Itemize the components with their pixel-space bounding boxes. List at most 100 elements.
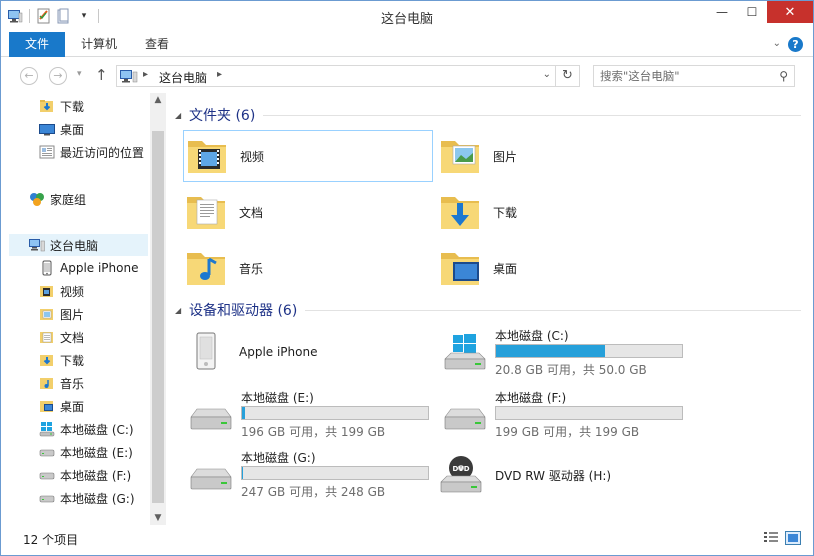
- nav-label: 下载: [60, 353, 85, 368]
- navigation-bar: ← → ▾ ↑ ▸ 这台电脑 ▸ ⌄ ↻ ⚲: [1, 57, 813, 93]
- drive-free-space: 247 GB 可用，共 248 GB: [241, 485, 386, 499]
- nav-item-music[interactable]: 音乐: [39, 372, 84, 394]
- nav-scrollbar[interactable]: ▲ ▼: [150, 93, 166, 525]
- tab-computer[interactable]: 计算机: [67, 32, 131, 57]
- search-box[interactable]: ⚲: [593, 65, 795, 87]
- chevron-right-icon[interactable]: ▸: [217, 69, 222, 80]
- help-icon[interactable]: ?: [788, 37, 803, 52]
- drive-tile-e[interactable]: 本地磁盘 (E:) 196 GB 可用，共 199 GB: [187, 389, 447, 445]
- drive-usage-bar: [495, 344, 683, 358]
- nav-item-documents[interactable]: 文档: [39, 326, 84, 348]
- expand-ribbon-icon[interactable]: ⌄: [773, 38, 781, 49]
- drive-name: 本地磁盘 (C:): [495, 329, 569, 343]
- tab-file[interactable]: 文件: [9, 32, 65, 57]
- maximize-button[interactable]: ☐: [737, 1, 767, 23]
- hard-drive-icon: [187, 455, 235, 501]
- devices-group-header[interactable]: ◢ 设备和驱动器 (6): [175, 300, 801, 320]
- folder-tile-videos[interactable]: 视频: [183, 130, 433, 182]
- videos-folder-icon: [39, 283, 55, 299]
- nav-item-desktop[interactable]: 桌面: [39, 118, 84, 140]
- nav-item-downloads[interactable]: 下载: [39, 95, 84, 117]
- nav-item-downloads-pc[interactable]: 下载: [39, 349, 84, 371]
- up-button[interactable]: ↑: [95, 66, 108, 84]
- computer-icon: [29, 237, 45, 253]
- nav-label: 本地磁盘 (F:): [60, 468, 132, 483]
- drive-usage-bar: [495, 406, 683, 420]
- nav-item-drive-c[interactable]: 本地磁盘 (C:): [39, 418, 134, 440]
- drive-icon: [39, 444, 55, 460]
- svg-text:DVD: DVD: [452, 465, 469, 473]
- collapse-icon[interactable]: ◢: [175, 306, 189, 315]
- nav-item-apple-iphone[interactable]: Apple iPhone: [39, 257, 138, 279]
- nav-item-drive-e[interactable]: 本地磁盘 (E:): [39, 441, 133, 463]
- recent-places-icon: [39, 144, 55, 160]
- folder-tile-music[interactable]: 音乐: [183, 242, 433, 294]
- details-view-icon[interactable]: [763, 531, 779, 545]
- large-icons-view-icon[interactable]: [785, 531, 801, 545]
- address-bar[interactable]: ▸ 这台电脑 ▸ ⌄ ↻: [116, 65, 580, 87]
- music-folder-icon: [183, 245, 229, 291]
- forward-button[interactable]: →: [49, 67, 67, 85]
- search-input[interactable]: [594, 66, 764, 86]
- drive-tile-f[interactable]: 本地磁盘 (F:) 199 GB 可用，共 199 GB: [441, 389, 701, 445]
- back-button[interactable]: ←: [20, 67, 38, 85]
- folder-label: 视频: [240, 149, 265, 164]
- chevron-right-icon[interactable]: ▸: [143, 69, 148, 80]
- folders-group-header[interactable]: ◢ 文件夹 (6): [175, 105, 801, 125]
- nav-item-recent-places[interactable]: 最近访问的位置: [39, 141, 144, 163]
- drive-usage-fill: [242, 407, 245, 419]
- drive-free-space: 196 GB 可用，共 199 GB: [241, 425, 386, 439]
- scroll-up-icon[interactable]: ▲: [150, 95, 166, 105]
- explorer-window: ▾ 这台电脑 — ☐ ✕ 文件 计算机 查看 ⌄ ? ← → ▾ ↑ ▸ 这台电…: [0, 0, 814, 556]
- drive-name: 本地磁盘 (F:): [495, 391, 567, 405]
- drive-icon: [39, 467, 55, 483]
- folder-label: 文档: [239, 205, 264, 220]
- device-label: Apple iPhone: [239, 345, 318, 359]
- nav-item-pictures[interactable]: 图片: [39, 303, 84, 325]
- drive-tile-dvd[interactable]: DVD DVD RW 驱动器 (H:): [437, 449, 697, 501]
- desktop-folder-icon: [437, 245, 483, 291]
- hard-drive-icon: [441, 395, 489, 441]
- documents-folder-icon: [183, 189, 229, 235]
- scrollbar-thumb[interactable]: [152, 131, 164, 503]
- downloads-folder-icon: [39, 98, 55, 114]
- phone-icon: [39, 260, 55, 276]
- nav-item-drive-f[interactable]: 本地磁盘 (F:): [39, 464, 131, 486]
- nav-label: 桌面: [60, 122, 85, 137]
- nav-item-this-pc[interactable]: 这台电脑: [9, 234, 148, 256]
- nav-label: 音乐: [60, 376, 85, 391]
- drive-free-space: 20.8 GB 可用，共 50.0 GB: [495, 363, 647, 377]
- folder-tile-pictures[interactable]: 图片: [437, 130, 687, 182]
- group-divider: [263, 114, 801, 116]
- nav-item-desktop-pc[interactable]: 桌面: [39, 395, 84, 417]
- search-icon[interactable]: ⚲: [779, 69, 788, 83]
- address-location[interactable]: 这台电脑: [159, 69, 207, 86]
- collapse-icon[interactable]: ◢: [175, 111, 189, 120]
- address-dropdown-icon[interactable]: ⌄: [543, 69, 551, 80]
- music-folder-icon: [39, 375, 55, 391]
- close-button[interactable]: ✕: [767, 1, 813, 23]
- recent-locations-icon[interactable]: ▾: [77, 69, 82, 79]
- scroll-down-icon[interactable]: ▼: [150, 513, 166, 523]
- folder-tile-desktop[interactable]: 桌面: [437, 242, 687, 294]
- nav-item-drive-g[interactable]: 本地磁盘 (G:): [39, 487, 135, 509]
- device-tile-iphone[interactable]: Apple iPhone: [183, 326, 433, 378]
- windows-drive-icon: [441, 333, 489, 379]
- pictures-folder-icon: [39, 306, 55, 322]
- drive-tile-g[interactable]: 本地磁盘 (G:) 247 GB 可用，共 248 GB: [187, 449, 447, 505]
- folder-tile-downloads[interactable]: 下载: [437, 186, 687, 238]
- nav-item-videos[interactable]: 视频: [39, 280, 84, 302]
- tab-view[interactable]: 查看: [131, 32, 183, 57]
- drive-tile-c[interactable]: 本地磁盘 (C:) 20.8 GB 可用，共 50.0 GB: [441, 327, 701, 383]
- item-count: 12 个项目: [23, 533, 79, 547]
- minimize-button[interactable]: —: [707, 1, 737, 23]
- downloads-folder-icon: [437, 189, 483, 235]
- nav-item-homegroup[interactable]: 家庭组: [29, 188, 86, 210]
- navigation-pane: 下载 桌面 最近访问的位置 家庭组 这台电脑 Apple iPhone 视频 图…: [1, 93, 167, 525]
- drive-usage-bar: [241, 466, 429, 480]
- computer-icon: [120, 69, 138, 86]
- nav-label: Apple iPhone: [60, 261, 139, 275]
- folder-label: 图片: [493, 149, 518, 164]
- refresh-button[interactable]: ↻: [555, 66, 579, 86]
- folder-tile-documents[interactable]: 文档: [183, 186, 433, 238]
